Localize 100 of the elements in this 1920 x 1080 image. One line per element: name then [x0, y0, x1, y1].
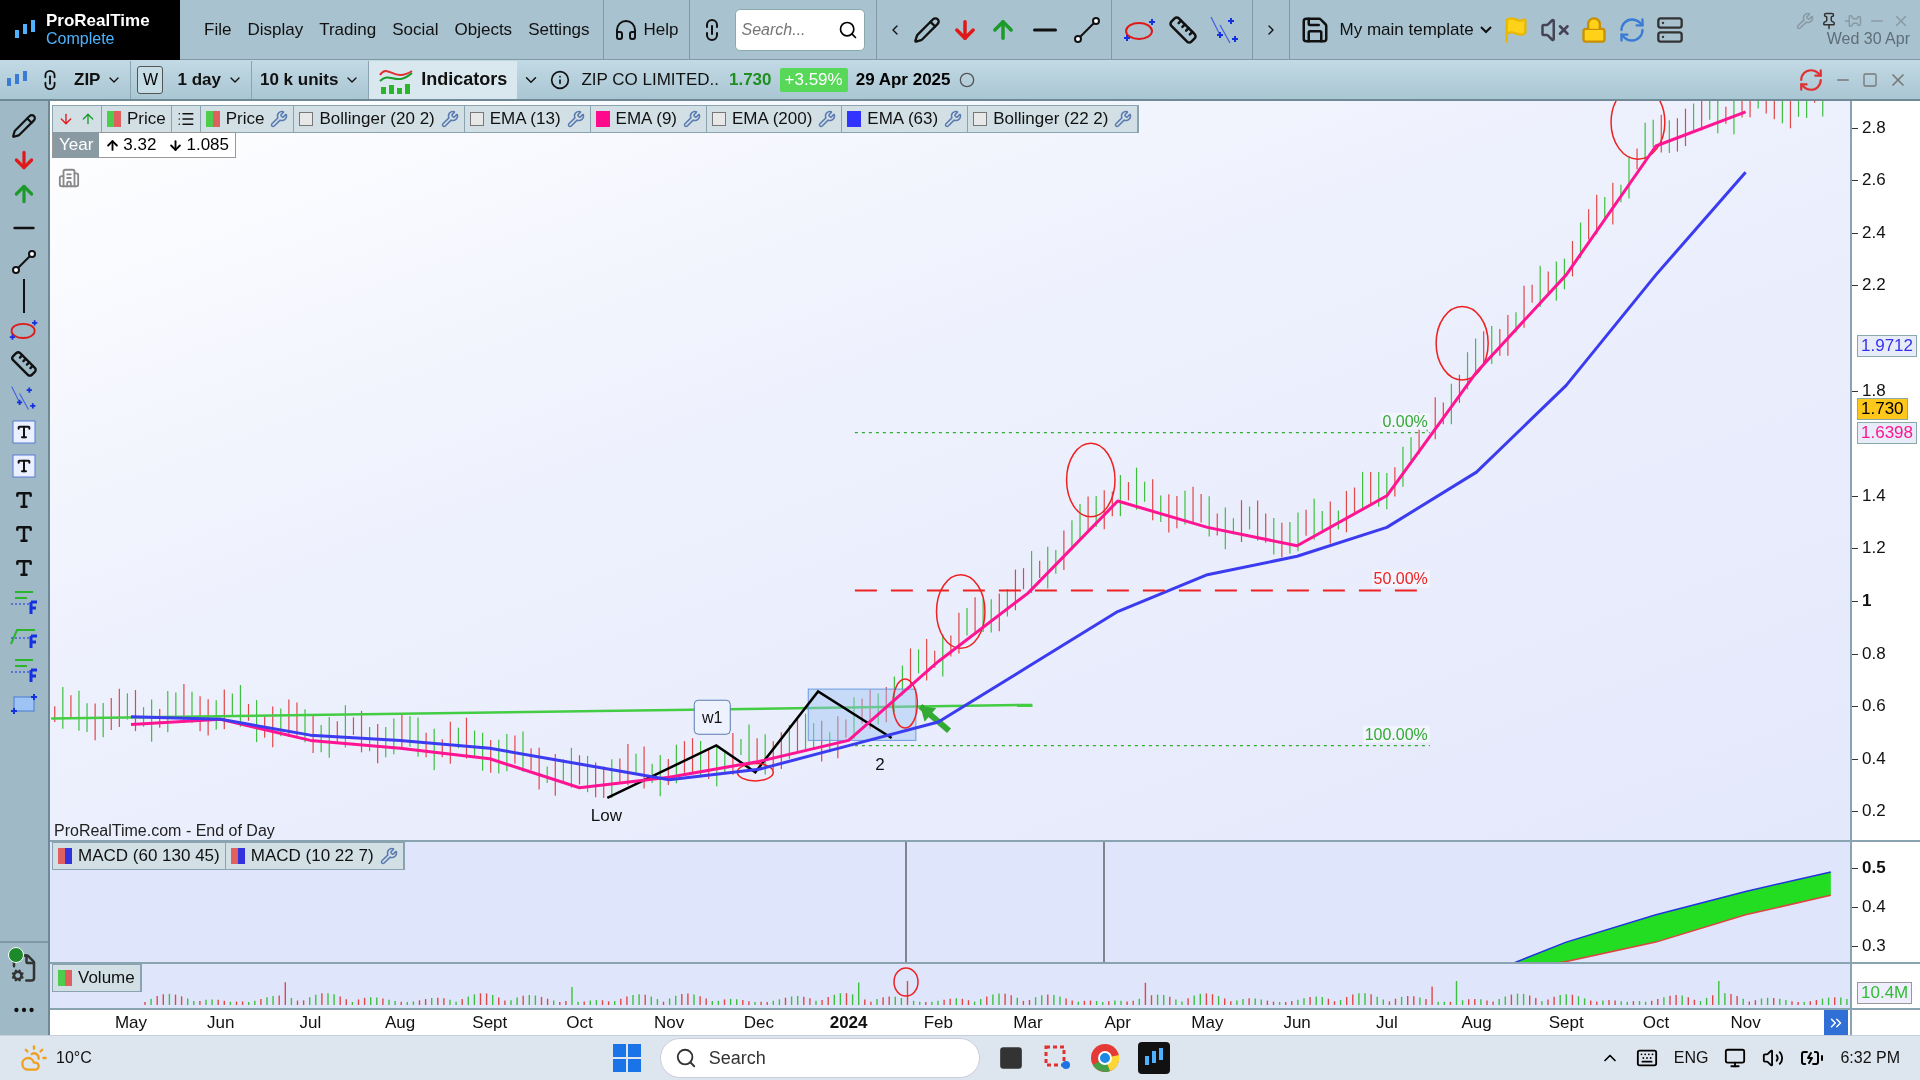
axis-label: 1.4	[1862, 486, 1886, 505]
axis-label: 0.6	[1862, 697, 1886, 716]
scroll-right-button[interactable]	[1824, 1010, 1848, 1035]
volume-tag: 10.4M	[1857, 982, 1913, 1004]
arrow	[918, 703, 951, 733]
ellipse-marker	[736, 762, 774, 782]
axis-label: 0.5	[1862, 859, 1886, 877]
menu-item[interactable]: Trading	[311, 19, 385, 40]
wrench-icon[interactable]	[379, 847, 398, 865]
pin-icon[interactable]	[1820, 11, 1838, 30]
axis-label: Apr	[1104, 1013, 1131, 1033]
range-high: 3.32	[99, 135, 163, 155]
checkbox[interactable]	[973, 112, 988, 126]
ellipse-marker	[893, 967, 919, 997]
indicator-chip[interactable]: Bollinger (22 2)	[968, 106, 1139, 132]
chevron-down-icon	[1479, 25, 1492, 34]
checkbox[interactable]	[299, 112, 314, 126]
last-price: 1.730	[729, 69, 772, 90]
indicator-chip[interactable]: EMA (13)	[464, 106, 591, 132]
menu-item[interactable]: Display	[239, 19, 312, 40]
indicator-chip[interactable]: EMA (9)	[590, 106, 707, 132]
axis-label: 1	[1862, 592, 1872, 610]
menu-item[interactable]: Settings	[520, 19, 598, 40]
menu-item[interactable]: File	[196, 19, 240, 40]
language-text[interactable]: ENG	[1673, 1049, 1709, 1067]
refresh-icon[interactable]	[1798, 66, 1824, 93]
app-icon[interactable]	[997, 1045, 1024, 1071]
wrench-icon[interactable]	[440, 110, 459, 128]
fibonacci-label: 50.00%	[1371, 570, 1430, 588]
range-low: 1.085	[162, 135, 235, 155]
axis-label: 2024	[829, 1013, 868, 1033]
symbol-dropdown[interactable]: ZIP	[66, 60, 132, 99]
fibonacci-label: 0.00%	[1380, 412, 1430, 430]
axis-label: Oct	[566, 1013, 593, 1033]
indicator-chip[interactable]: MACD (10 22 7)	[225, 843, 404, 869]
arrow-down-icon	[168, 137, 184, 153]
axis-label: Sept	[472, 1013, 508, 1033]
wrench-icon[interactable]	[270, 110, 289, 128]
wrench-icon[interactable]	[683, 110, 701, 128]
browser-icon[interactable]	[1089, 1043, 1120, 1073]
taskbar-search[interactable]: Search	[659, 1038, 980, 1078]
indicator-chip[interactable]: EMA (63)	[842, 106, 969, 132]
indicator-chip[interactable]: MACD (60 130 45)	[53, 843, 226, 869]
checkbox[interactable]	[469, 112, 484, 126]
wrench-icon[interactable]	[1114, 110, 1133, 128]
indicator-chip[interactable]: EMA (200)	[707, 106, 843, 132]
axis-label: 0.4	[1862, 898, 1886, 916]
menu-item[interactable]: Objects	[446, 19, 521, 40]
axis-label: Oct	[1642, 1013, 1670, 1033]
fibonacci-label: 100.00%	[1362, 725, 1430, 743]
wrench-icon[interactable]	[818, 110, 837, 128]
axis-label: 2.4	[1862, 223, 1886, 242]
network-icon[interactable]	[1724, 1047, 1747, 1069]
instrument-name: ZIP CO LIMITED..	[581, 69, 719, 90]
price-tag: 1.6398	[1857, 421, 1917, 444]
ellipse-marker	[892, 678, 919, 729]
wrench-icon[interactable]	[944, 110, 963, 128]
wave-label: w1	[693, 699, 731, 735]
search-icon[interactable]	[837, 19, 858, 40]
axis-label: Nov	[654, 1013, 685, 1033]
axis-label: Feb	[923, 1013, 953, 1033]
clock-text[interactable]: 6:32 PM	[1840, 1049, 1900, 1067]
axis-label: Jul	[1375, 1013, 1398, 1033]
price-swatch	[58, 970, 72, 986]
chart-app-icon[interactable]	[1137, 1042, 1170, 1074]
temperature-text: 10°C	[56, 1049, 92, 1067]
axis-label: 1.8	[1862, 381, 1886, 400]
help-button[interactable]: Help	[608, 17, 684, 42]
headset-icon	[613, 17, 638, 42]
axis-label: 2.6	[1862, 171, 1886, 190]
template-dropdown[interactable]: My main template	[1334, 19, 1497, 40]
start-icon[interactable]	[611, 1043, 642, 1073]
period-dropdown[interactable]: 1 day	[169, 60, 252, 99]
axis-label: Jun	[207, 1013, 235, 1033]
volume-icon[interactable]	[1762, 1047, 1785, 1069]
data-source-text: ProRealTime.com - End of Day	[54, 822, 275, 840]
keyboard-icon[interactable]	[1635, 1047, 1658, 1069]
price-swatch	[205, 111, 220, 127]
indicator-chip[interactable]: Bollinger (20 2)	[294, 106, 465, 132]
price-tag: 1.9712	[1857, 334, 1917, 357]
axis-label: Sept	[1548, 1013, 1584, 1033]
date-text: Wed 30 Apr	[1826, 29, 1910, 48]
search-field[interactable]: Search...	[734, 8, 865, 51]
wrench-icon[interactable]	[566, 110, 585, 128]
checkbox[interactable]	[712, 112, 726, 126]
range-period: Year	[53, 132, 100, 158]
indicator-chip[interactable]: Volume	[53, 965, 141, 991]
week-button[interactable]: W	[137, 65, 164, 94]
chart-label: Low	[590, 806, 622, 826]
menu-item[interactable]: Social	[384, 19, 447, 40]
axis-label: Jun	[1283, 1013, 1311, 1033]
indicator-chip[interactable]: Price	[200, 106, 295, 132]
axis-label: 2.8	[1862, 118, 1886, 137]
restore-icon[interactable]	[1862, 71, 1878, 88]
app-name: ProRealTime	[46, 11, 150, 30]
chart-label: 2	[875, 755, 885, 775]
status-icon	[958, 71, 975, 88]
building-icon[interactable]	[58, 167, 80, 189]
quote-date: 29 Apr 2025	[855, 69, 951, 90]
indicators-button[interactable]: Indicators	[369, 60, 518, 99]
